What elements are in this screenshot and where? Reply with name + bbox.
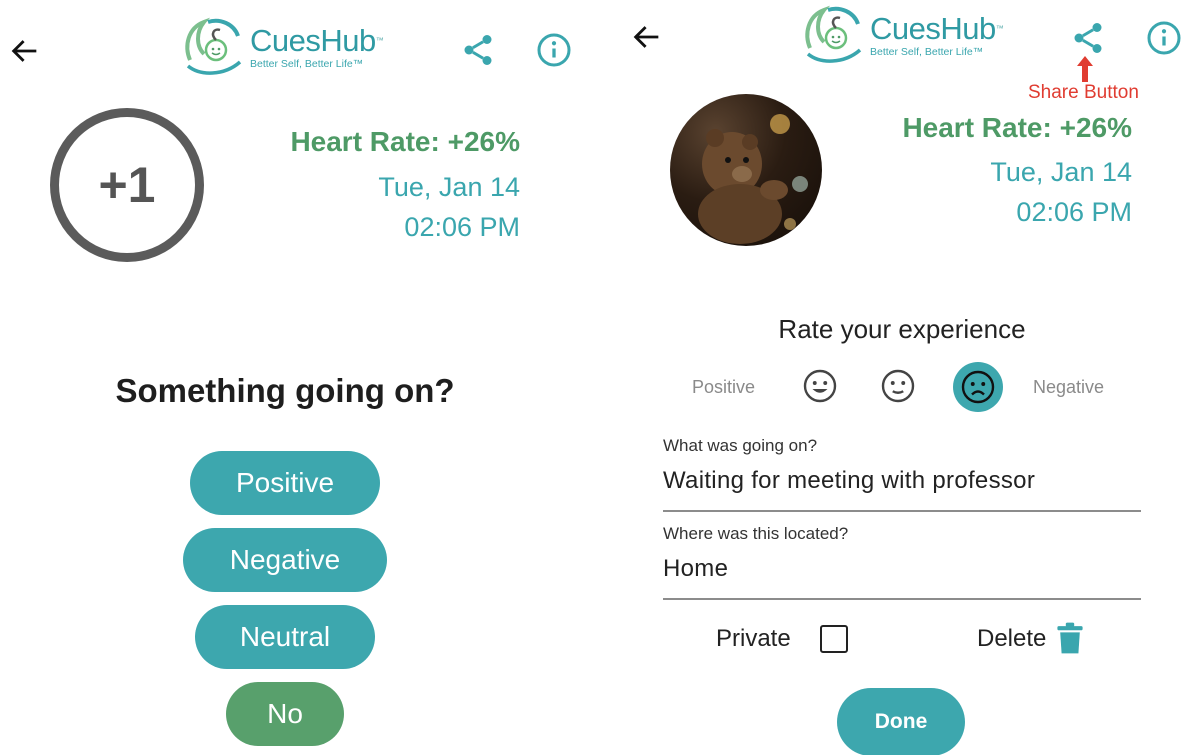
what-field-input[interactable]: Waiting for meeting with professor [663,467,1141,495]
date-label: Tue, Jan 14 [378,172,520,202]
back-arrow-icon[interactable] [630,20,664,54]
done-button[interactable]: Done [837,688,965,755]
what-field-label: What was going on? [663,436,818,455]
app-logo: CuesHub™ Better Self, Better Life™ [180,16,384,78]
time-label: 02:06 PM [404,212,520,242]
negative-button[interactable]: Negative [183,528,387,592]
question-heading: Something going on? [115,372,455,409]
neutral-face-icon[interactable] [880,368,916,404]
positive-button[interactable]: Positive [190,451,380,515]
logo-title: CuesHub™ [250,22,384,58]
scale-negative-label: Negative [1033,377,1105,397]
logo-tagline: Better Self, Better Life™ [870,45,984,58]
arrow-up-icon [1077,56,1093,82]
private-checkbox[interactable] [820,625,848,653]
share-button-annotation: Share Button [1028,82,1139,103]
where-field-label: Where was this located? [663,524,849,543]
heart-rate-label: Heart Rate: +26% [290,126,520,157]
where-field-input[interactable]: Home [663,555,1141,583]
what-field-underline [663,510,1141,512]
no-button[interactable]: No [226,682,344,746]
back-arrow-icon[interactable] [8,34,42,68]
bear-image [698,114,808,244]
info-icon[interactable] [536,32,572,68]
left-screen: CuesHub™ Better Self, Better Life™ +1 He… [0,0,592,755]
info-icon[interactable] [1146,20,1182,56]
cueshub-logo-icon [805,5,862,63]
logo-tagline: Better Self, Better Life™ [250,57,364,70]
score-value: +1 [98,157,156,213]
app-logo: CuesHub™ Better Self, Better Life™ [800,4,1004,66]
logo-title: CuesHub™ [870,10,1004,46]
neutral-button[interactable]: Neutral [195,605,375,669]
score-circle: +1 [50,108,204,262]
scale-positive-label: Positive [692,377,756,397]
delete-label[interactable]: Delete [977,625,1046,653]
right-screen: CuesHub™ Better Self, Better Life™ Share… [592,0,1184,755]
share-icon[interactable] [460,32,496,68]
date-label: Tue, Jan 14 [990,157,1132,187]
smile-icon[interactable] [802,368,838,404]
heart-rate-label: Heart Rate: +26% [902,112,1132,143]
sad-face-option-selected[interactable] [953,362,1003,412]
share-icon[interactable] [1070,20,1106,56]
sad-face-icon [961,370,995,404]
trash-icon[interactable] [1056,621,1084,655]
avatar [670,94,822,246]
cueshub-logo-icon [185,17,242,75]
time-label: 02:06 PM [1016,197,1132,227]
where-field-underline [663,598,1141,600]
private-label: Private [716,625,791,652]
rate-experience-heading: Rate your experience [778,314,1026,344]
